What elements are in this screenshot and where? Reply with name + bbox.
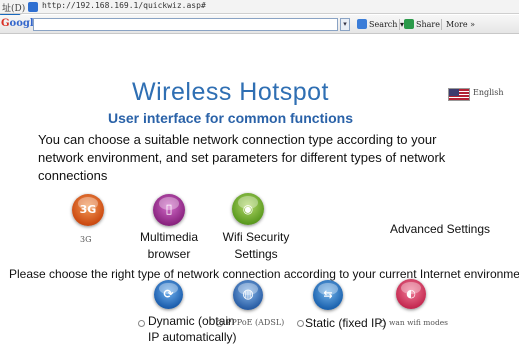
toolbar-search-input[interactable]	[33, 18, 338, 31]
toolbar-divider	[441, 19, 442, 30]
page-title: Wireless Hotspot	[132, 78, 329, 106]
multimedia-icon[interactable]: ▯	[153, 194, 185, 226]
radio-static[interactable]	[297, 320, 304, 327]
static-option-label[interactable]: Static (fixed IP)	[305, 316, 386, 330]
advanced-settings-link[interactable]: Advanced Settings	[385, 222, 495, 236]
url-text[interactable]: http://192.168.169.1/quickwiz.asp#	[42, 1, 206, 10]
wifi-security-link[interactable]: Wifi Security Settings	[216, 229, 296, 263]
address-bar: 址(D) http://192.168.169.1/quickwiz.asp#	[0, 0, 519, 14]
page-subtitle: User interface for common functions	[107, 110, 354, 126]
toolbar-divider	[399, 19, 400, 30]
pppoe-option-label[interactable]: PPPoE (ADSL)	[226, 318, 284, 327]
toolbar-search-button[interactable]: Search ▾	[357, 18, 404, 31]
wan-wifi-option-label[interactable]: wan wifi modes	[389, 318, 448, 327]
toolbar-share-button[interactable]: Share	[404, 18, 440, 31]
wan-wifi-icon[interactable]: ◐	[396, 279, 426, 309]
3g-link[interactable]: 3G	[80, 235, 91, 244]
google-toolbar: Google ▾ Search ▾ Share More »	[0, 15, 519, 34]
dynamic-option-label[interactable]: Dynamic (obtain IP automatically)	[148, 313, 238, 345]
address-label: 址(D)	[2, 4, 26, 14]
toolbar-more-button[interactable]: More »	[446, 18, 475, 31]
connection-prompt: Please choose the right type of network …	[9, 267, 519, 281]
language-link[interactable]: English	[473, 88, 504, 97]
wifi-security-icon[interactable]: ◉	[232, 193, 264, 225]
page-icon	[28, 2, 38, 12]
radio-dynamic[interactable]	[138, 320, 145, 327]
3g-icon[interactable]: 3G	[72, 194, 104, 226]
toolbar-share-label: Share	[416, 20, 440, 29]
share-icon	[404, 19, 414, 29]
static-ip-icon[interactable]: ⇆	[313, 280, 343, 310]
multimedia-browser-link[interactable]: Multimedia browser	[124, 229, 214, 263]
dynamic-ip-icon[interactable]: ⟳	[154, 280, 183, 309]
pppoe-globe-icon[interactable]: ◍	[233, 280, 263, 310]
us-flag-icon[interactable]	[448, 88, 470, 101]
search-dropdown-icon[interactable]: ▾	[340, 18, 350, 31]
intro-text: You can choose a suitable network connec…	[38, 132, 446, 183]
search-icon	[357, 19, 367, 29]
